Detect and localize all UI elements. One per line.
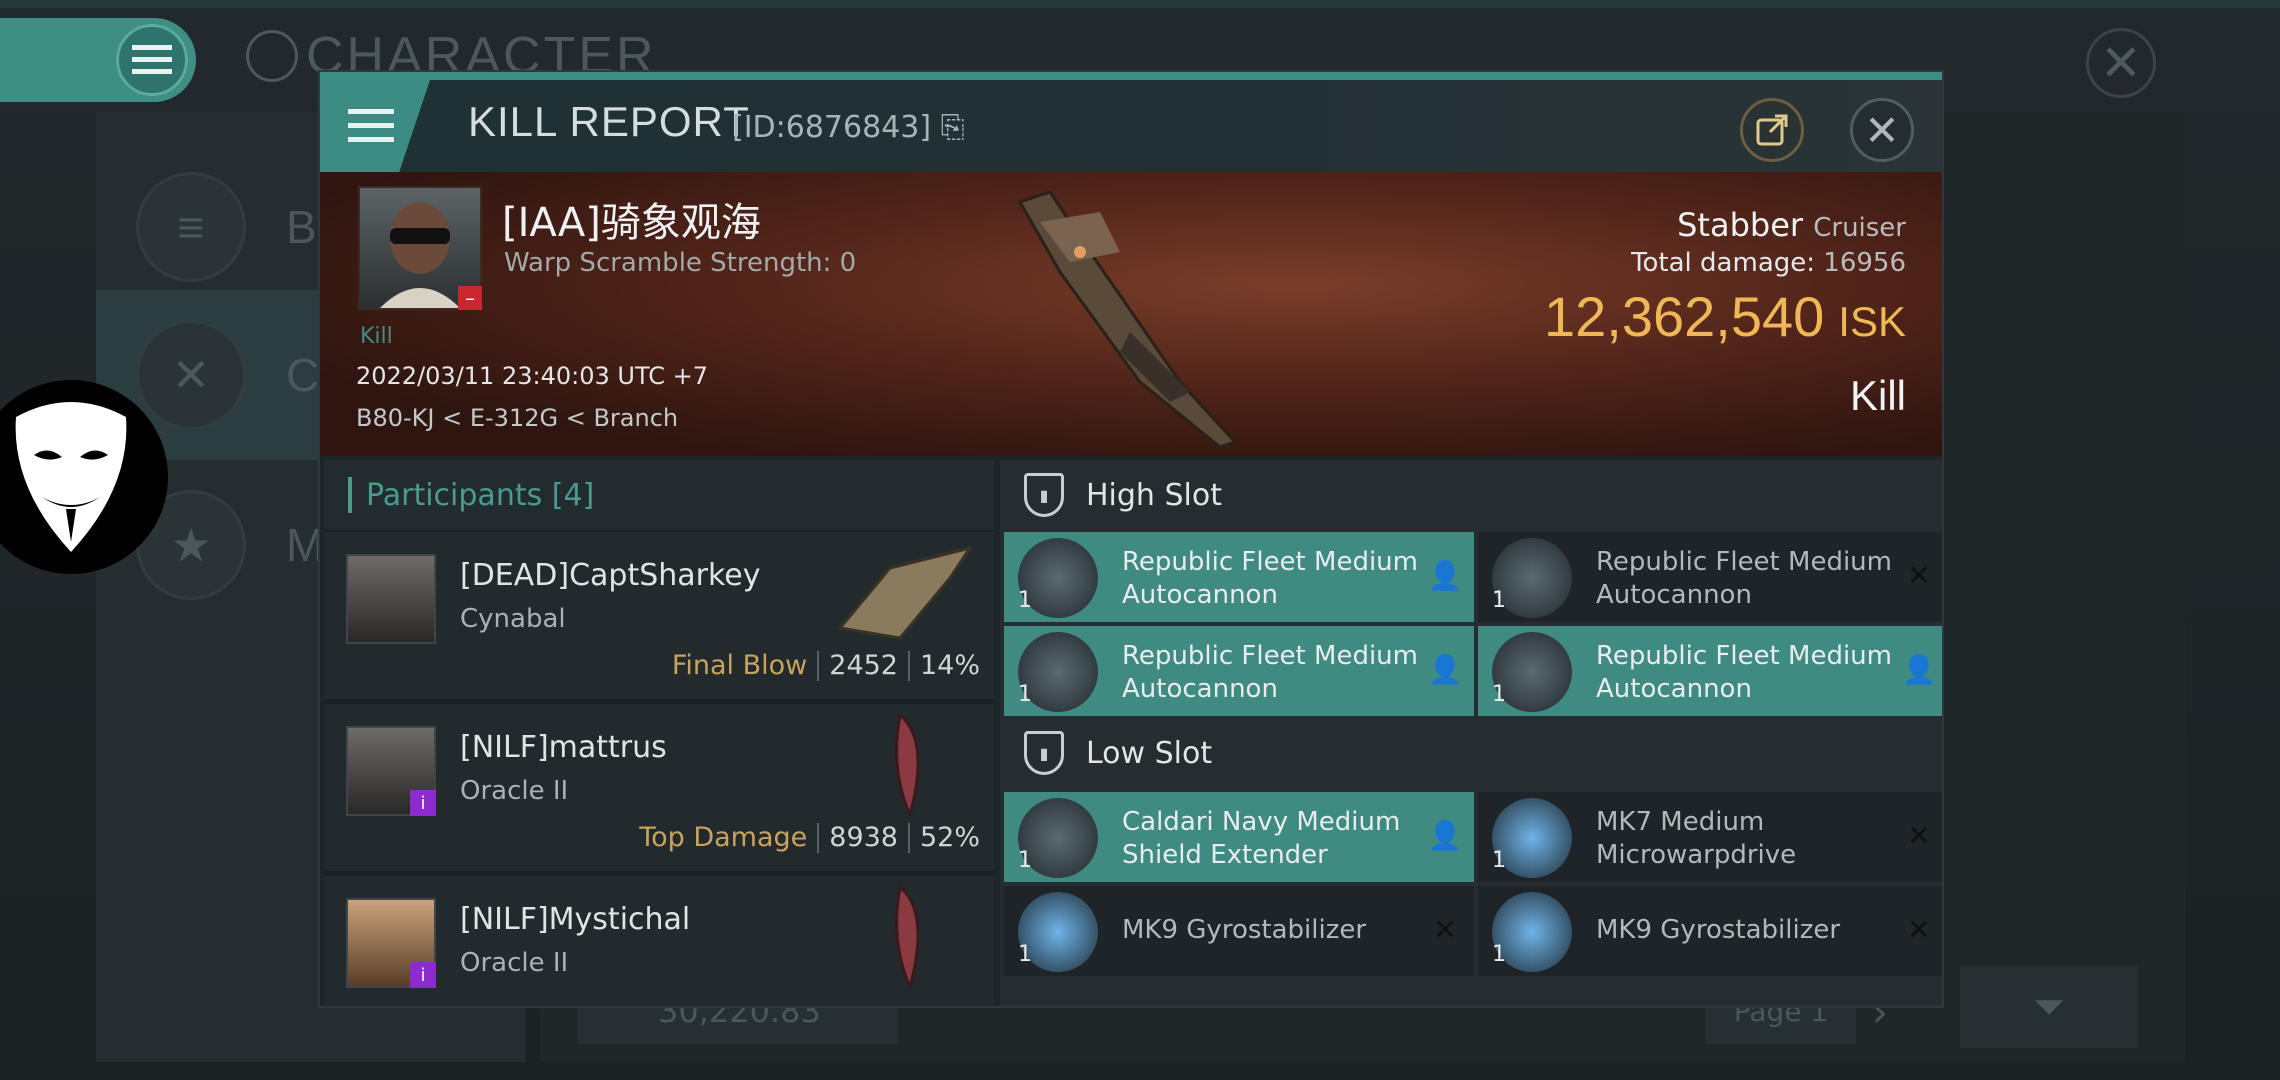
result-label: Kill xyxy=(1849,372,1906,419)
ship-image xyxy=(1017,190,1238,449)
menu-icon xyxy=(116,24,188,96)
module-qty: 1 xyxy=(1492,942,1506,967)
participant-ship: Cynabal xyxy=(460,604,566,634)
destroyed-x-icon: ✕ xyxy=(1907,818,1931,852)
module-item[interactable]: 1 Republic Fleet Medium Autocannon 👤 xyxy=(1478,626,1942,716)
participant-row[interactable]: i [NILF]Mystichal Oracle II xyxy=(324,876,994,1006)
participant-ship-image xyxy=(895,884,920,992)
fitting-panel: ▮ High Slot 1 Republic Fleet Medium Auto… xyxy=(1000,460,1942,1008)
participant-row[interactable]: i [NILF]mattrus Oracle II Top Damage 893… xyxy=(324,704,994,874)
module-item[interactable]: 1 Republic Fleet Medium Autocannon 👤 xyxy=(1004,532,1474,622)
module-name: Republic Fleet Medium Autocannon xyxy=(1122,547,1418,610)
dropped-person-icon: 👤 xyxy=(1427,818,1463,852)
dropped-person-icon: 👤 xyxy=(1427,558,1463,592)
participant-ship: Oracle II xyxy=(460,776,569,806)
victim-banner: – [IAA]骑象观海 Warp Scramble Strength: 0 Ki… xyxy=(320,172,1942,456)
kill-tag: Kill xyxy=(360,324,393,349)
module-name: Caldari Navy Medium Shield Extender xyxy=(1122,807,1401,870)
module-name: MK7 Medium Microwarpdrive xyxy=(1596,807,1797,870)
module-item[interactable]: 1 MK9 Gyrostabilizer ✕ xyxy=(1478,886,1942,976)
background-close-button[interactable]: ✕ xyxy=(2086,28,2156,98)
isk-value: 12,362,540 ISK xyxy=(1544,285,1906,348)
total-damage: Total damage: 16956 xyxy=(1631,248,1906,278)
module-name: Republic Fleet Medium Autocannon xyxy=(1596,641,1892,704)
crossed-swords-icon: ✕ xyxy=(136,320,246,430)
participant-ship-image xyxy=(837,545,974,640)
external-link-icon xyxy=(1756,114,1788,146)
kill-location[interactable]: B80-KJ < E-312G < Branch xyxy=(356,404,678,432)
module-qty: 1 xyxy=(1492,848,1506,873)
module-qty: 1 xyxy=(1492,682,1506,707)
participants-panel: Participants [4] [DEAD]CaptSharkey Cynab… xyxy=(324,460,994,1006)
filter-icon: ⏷ xyxy=(2033,984,2065,1030)
destroyed-x-icon: ✕ xyxy=(1907,558,1931,592)
low-slot-icon: ▮ xyxy=(1024,731,1064,775)
filter-button[interactable]: ⏷ xyxy=(1960,966,2138,1048)
participants-header: Participants [4] xyxy=(324,460,994,530)
hostile-flag-icon: – xyxy=(458,286,482,310)
close-icon: ✕ xyxy=(1864,105,1900,155)
participant-avatar: i xyxy=(346,726,436,816)
module-item[interactable]: 1 Republic Fleet Medium Autocannon 👤 xyxy=(1004,626,1474,716)
victim-name[interactable]: [IAA]骑象观海 xyxy=(502,190,761,248)
module-qty: 1 xyxy=(1018,588,1032,613)
alliance-badge-icon: i xyxy=(410,962,436,988)
modal-header: KILL REPORT [ID:6876843] ⎘ ✕ xyxy=(320,72,1942,172)
modal-title: KILL REPORT xyxy=(468,98,750,145)
module-qty: 1 xyxy=(1018,682,1032,707)
share-button[interactable] xyxy=(1740,98,1804,162)
kill-datetime: 2022/03/11 23:40:03 UTC +7 xyxy=(356,362,708,390)
module-name: MK9 Gyrostabilizer xyxy=(1596,915,1841,945)
high-slot-header: ▮ High Slot xyxy=(1000,460,1942,530)
mid-slot-icon xyxy=(1024,1006,1064,1008)
participant-ship-image xyxy=(895,712,920,820)
participant-name: [NILF]Mystichal xyxy=(460,902,691,937)
dropped-person-icon: 👤 xyxy=(1901,652,1937,686)
module-item[interactable]: 1 MK9 Gyrostabilizer ✕ xyxy=(1004,886,1474,976)
participant-stats: Top Damage 8938 52% xyxy=(639,822,980,853)
modal-menu-button[interactable] xyxy=(320,80,430,172)
kill-report-modal: KILL REPORT [ID:6876843] ⎘ ✕ – [IAA]骑象观海… xyxy=(318,70,1944,1008)
module-item[interactable]: 1 Caldari Navy Medium Shield Extender 👤 xyxy=(1004,792,1474,882)
copy-icon[interactable]: ⎘ xyxy=(941,110,965,145)
destroyed-x-icon: ✕ xyxy=(1433,912,1457,946)
list-icon: ≡ xyxy=(136,172,246,282)
victim-portrait[interactable]: – xyxy=(358,186,482,310)
participant-name: [DEAD]CaptSharkey xyxy=(460,558,761,593)
main-menu-button[interactable] xyxy=(0,18,196,102)
module-item[interactable]: 1 Republic Fleet Medium Autocannon ✕ xyxy=(1478,532,1942,622)
ship-name-line[interactable]: Stabber Cruiser xyxy=(1677,206,1906,244)
participant-ship: Oracle II xyxy=(460,948,569,978)
module-name: Republic Fleet Medium Autocannon xyxy=(1596,547,1892,610)
module-name: Republic Fleet Medium Autocannon xyxy=(1122,641,1418,704)
participant-stats: Final Blow 2452 14% xyxy=(671,650,980,681)
dropped-person-icon: 👤 xyxy=(1427,652,1463,686)
participant-row[interactable]: [DEAD]CaptSharkey Cynabal Final Blow 245… xyxy=(324,532,994,702)
high-slot-icon: ▮ xyxy=(1024,473,1064,517)
module-qty: 1 xyxy=(1018,942,1032,967)
alliance-badge-icon: i xyxy=(410,790,436,816)
module-item[interactable]: 1 MK7 Medium Microwarpdrive ✕ xyxy=(1478,792,1942,882)
module-qty: 1 xyxy=(1492,588,1506,613)
module-qty: 1 xyxy=(1018,848,1032,873)
participant-name: [NILF]mattrus xyxy=(460,730,667,765)
top-bar xyxy=(0,0,2280,8)
report-id[interactable]: [ID:6876843] ⎘ xyxy=(732,110,965,145)
participant-avatar: i xyxy=(346,898,436,988)
menu-icon xyxy=(348,109,394,142)
character-icon xyxy=(246,30,298,82)
low-slot-header: ▮ Low Slot xyxy=(1000,718,1942,788)
participant-avatar xyxy=(346,554,436,644)
close-button[interactable]: ✕ xyxy=(1850,98,1914,162)
module-name: MK9 Gyrostabilizer xyxy=(1122,915,1367,945)
destroyed-x-icon: ✕ xyxy=(1907,912,1931,946)
warp-scramble-strength: Warp Scramble Strength: 0 xyxy=(504,248,857,278)
